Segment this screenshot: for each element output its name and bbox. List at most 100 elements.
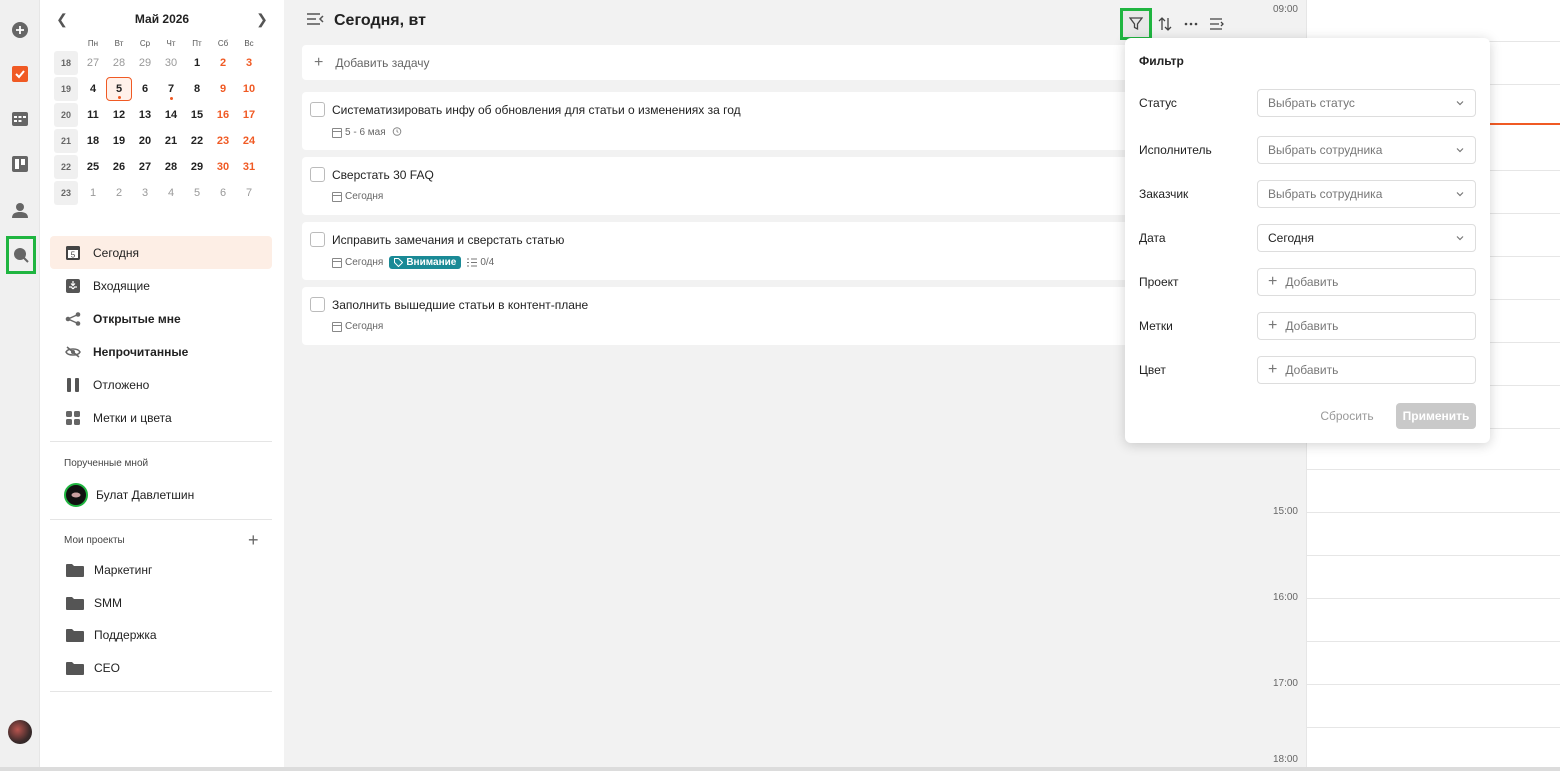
calendar-day[interactable]: 18	[80, 129, 106, 153]
filter-title: Фильтр	[1139, 54, 1184, 68]
calendar-day[interactable]: 19	[106, 129, 132, 153]
calendar-day[interactable]: 21	[158, 129, 184, 153]
calendar-day[interactable]: 1	[80, 181, 106, 205]
task-item[interactable]: Систематизировать инфу об обновления для…	[302, 92, 1232, 150]
calendar-day[interactable]: 5	[184, 181, 210, 205]
collapse-sidebar-icon[interactable]	[306, 12, 324, 30]
calendar-day[interactable]: 2	[106, 181, 132, 205]
tags-add-field[interactable]: + Добавить	[1257, 312, 1476, 340]
calendar-day[interactable]: 22	[184, 129, 210, 153]
calendar-day[interactable]: 31	[236, 155, 262, 179]
calendar-day[interactable]: 28	[158, 155, 184, 179]
calendar-day[interactable]: 6	[132, 77, 158, 101]
weekday: Сб	[217, 38, 229, 48]
sidebar-item-inbox[interactable]: Входящие	[50, 269, 272, 302]
calendar-day-today[interactable]: 5	[106, 77, 132, 101]
calendar-day[interactable]: 28	[106, 51, 132, 75]
sort-button[interactable]	[1152, 11, 1178, 37]
calendar-day[interactable]: 24	[236, 129, 262, 153]
calendar-day[interactable]: 8	[184, 77, 210, 101]
grid-icon	[65, 410, 81, 426]
horizontal-scrollbar[interactable]	[0, 767, 1560, 771]
calendar-day[interactable]: 29	[184, 155, 210, 179]
apply-button[interactable]: Применить	[1396, 403, 1476, 429]
calendar-icon	[332, 127, 342, 138]
add-task-input[interactable]: + Добавить задачу	[302, 45, 1232, 80]
kanban-board-icon[interactable]	[8, 152, 32, 176]
plus-icon: +	[1268, 273, 1278, 290]
assignee-select[interactable]: Выбрать сотрудника	[1257, 136, 1476, 164]
sidebar-item-today[interactable]: 5 Сегодня	[50, 236, 272, 269]
filter-button[interactable]	[1120, 8, 1152, 40]
sidebar-item-postponed[interactable]: Отложено	[50, 368, 272, 401]
sidebar-item-tags[interactable]: Метки и цвета	[50, 401, 272, 434]
calendar-day[interactable]: 23	[210, 129, 236, 153]
more-dots-icon	[1184, 22, 1198, 26]
calendar-day[interactable]: 25	[80, 155, 106, 179]
sort-icon	[1158, 17, 1172, 31]
task-item[interactable]: Исправить замечания и сверстать статью С…	[302, 222, 1232, 280]
project-item[interactable]: Поддержка	[50, 619, 272, 652]
calendar-day[interactable]: 16	[210, 103, 236, 127]
date-select[interactable]: Сегодня	[1257, 224, 1476, 252]
search-icon[interactable]	[6, 236, 36, 274]
calendar-day[interactable]: 2	[210, 51, 236, 75]
calendar-day[interactable]: 13	[132, 103, 158, 127]
color-add-field[interactable]: + Добавить	[1257, 356, 1476, 384]
status-select[interactable]: Выбрать статус	[1257, 89, 1476, 117]
task-checkbox[interactable]	[310, 167, 325, 182]
calendar-day[interactable]: 27	[132, 155, 158, 179]
calendar-day[interactable]: 3	[236, 51, 262, 75]
calendar-day[interactable]: 27	[80, 51, 106, 75]
task-checkbox[interactable]	[310, 232, 325, 247]
add-circle-icon[interactable]	[8, 18, 32, 42]
task-checkbox[interactable]	[310, 102, 325, 117]
calendar-day[interactable]: 7	[158, 77, 184, 101]
assigned-person[interactable]: Булат Давлетшин	[64, 483, 194, 507]
task-item[interactable]: Заполнить вышедшие статьи в контент-план…	[302, 287, 1232, 345]
calendar-day[interactable]: 6	[210, 181, 236, 205]
filter-label-color: Цвет	[1139, 363, 1166, 377]
reset-button[interactable]: Сбросить	[1311, 404, 1383, 428]
calendar-day[interactable]: 11	[80, 103, 106, 127]
calendar-day[interactable]: 17	[236, 103, 262, 127]
calendar-day[interactable]: 29	[132, 51, 158, 75]
calendar-day[interactable]: 14	[158, 103, 184, 127]
calendar-day[interactable]: 9	[210, 77, 236, 101]
sidebar-item-unread[interactable]: Непрочитанные	[50, 335, 272, 368]
project-item[interactable]: CEO	[50, 652, 272, 685]
calendar-day[interactable]: 10	[236, 77, 262, 101]
project-item[interactable]: Маркетинг	[50, 554, 272, 587]
tag-badge[interactable]: Внимание	[389, 256, 462, 269]
task-item[interactable]: Сверстать 30 FAQ Сегодня	[302, 157, 1232, 215]
task-checkbox[interactable]	[310, 297, 325, 312]
user-avatar[interactable]	[8, 720, 32, 744]
calendar-day[interactable]: 30	[158, 51, 184, 75]
calendar-grid-icon[interactable]	[8, 107, 32, 131]
project-add-field[interactable]: + Добавить	[1257, 268, 1476, 296]
add-project-plus-icon[interactable]: +	[248, 530, 259, 551]
panel-toggle-button[interactable]	[1204, 11, 1230, 37]
calendar-day[interactable]: 26	[106, 155, 132, 179]
more-button[interactable]	[1178, 11, 1204, 37]
calendar-day[interactable]: 3	[132, 181, 158, 205]
chevron-right-icon[interactable]: ❯	[250, 11, 274, 28]
calendar-day[interactable]: 7	[236, 181, 262, 205]
calendar-day[interactable]: 12	[106, 103, 132, 127]
calendar-day[interactable]: 30	[210, 155, 236, 179]
calendar-day[interactable]: 20	[132, 129, 158, 153]
customer-select[interactable]: Выбрать сотрудника	[1257, 180, 1476, 208]
task-date: Сегодня	[345, 257, 384, 268]
tasks-check-icon[interactable]	[8, 62, 32, 86]
chevron-down-icon	[1456, 148, 1464, 153]
chevron-left-icon[interactable]: ❮	[50, 11, 74, 28]
calendar-day[interactable]: 4	[158, 181, 184, 205]
person-name: Булат Давлетшин	[96, 488, 195, 502]
calendar-day[interactable]: 1	[184, 51, 210, 75]
project-label: CEO	[94, 660, 121, 675]
sidebar-item-shared[interactable]: Открытые мне	[50, 302, 272, 335]
calendar-day[interactable]: 4	[80, 77, 106, 101]
calendar-day[interactable]: 15	[184, 103, 210, 127]
person-icon[interactable]	[8, 198, 32, 222]
project-item[interactable]: SMM	[50, 587, 272, 620]
